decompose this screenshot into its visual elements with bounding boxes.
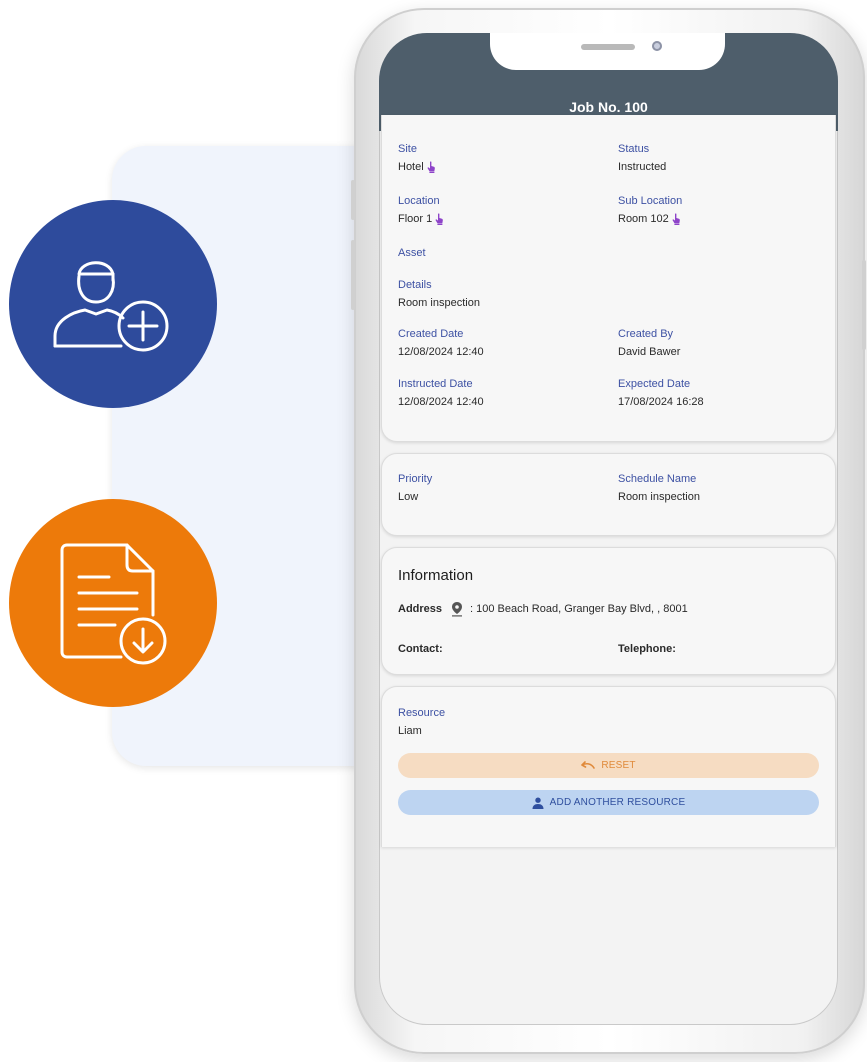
site-label: Site <box>398 143 417 155</box>
expected-date-label: Expected Date <box>618 378 691 390</box>
add-resource-button[interactable]: ADD ANOTHER RESOURCE <box>398 790 819 815</box>
speaker <box>581 44 635 50</box>
document-download-icon <box>60 543 167 665</box>
created-date-value: 12/08/2024 12:40 <box>398 346 484 358</box>
resource-card: Resource Liam RESET ADD ANOTHER RESOURCE <box>381 686 836 847</box>
resource-value: Liam <box>398 725 422 737</box>
expected-date-field: Expected Date 17/08/2024 16:28 <box>618 377 704 409</box>
tap-hand-icon[interactable] <box>427 161 436 173</box>
phone-side-button <box>351 180 355 220</box>
status-field: Status Instructed <box>618 142 666 174</box>
add-user-badge <box>9 200 217 408</box>
instructed-date-field: Instructed Date 12/08/2024 12:40 <box>398 377 484 409</box>
expected-date-value: 17/08/2024 16:28 <box>618 396 704 408</box>
sublocation-value: Room 102 <box>618 213 669 225</box>
document-download-badge <box>9 499 217 707</box>
asset-field: Asset <box>398 246 426 260</box>
status-label: Status <box>618 143 650 155</box>
add-resource-label: ADD ANOTHER RESOURCE <box>549 797 686 808</box>
address-value: : 100 Beach Road, Granger Bay Blvd, , 80… <box>470 603 688 615</box>
phone-side-button <box>862 260 866 350</box>
phone-notch <box>490 33 725 70</box>
information-card: Information Address : 100 Beach Road, Gr… <box>381 547 836 675</box>
priority-label: Priority <box>398 473 433 485</box>
priority-value: Low <box>398 491 419 503</box>
created-date-label: Created Date <box>398 328 464 340</box>
add-user-icon <box>53 261 169 352</box>
job-details-card: Site Hotel Status Instructed Location Fl… <box>381 115 836 442</box>
location-field: Location Floor 1 <box>398 194 444 226</box>
tap-hand-icon[interactable] <box>435 213 444 225</box>
status-value: Instructed <box>618 161 667 173</box>
details-label: Details <box>398 279 432 291</box>
details-field: Details Room inspection <box>398 278 480 310</box>
person-icon <box>532 797 544 809</box>
schedule-label: Schedule Name <box>618 473 697 485</box>
reset-button[interactable]: RESET <box>398 753 819 778</box>
resource-field: Resource Liam <box>398 706 445 738</box>
phone-screen: Job No. 100 Site Hotel Status Instructed… <box>379 33 838 1025</box>
created-date-field: Created Date 12/08/2024 12:40 <box>398 327 484 359</box>
page-title: Job No. 100 <box>569 99 648 115</box>
address-label: Address <box>398 603 443 615</box>
details-value: Room inspection <box>398 297 480 309</box>
reset-label: RESET <box>601 760 636 771</box>
phone-side-button <box>351 240 355 310</box>
contact-label: Contact: <box>398 643 443 655</box>
location-pin-icon[interactable] <box>450 601 464 617</box>
created-by-value: David Bawer <box>618 346 681 358</box>
instructed-date-value: 12/08/2024 12:40 <box>398 396 484 408</box>
sublocation-field: Sub Location Room 102 <box>618 194 682 226</box>
priority-field: Priority Low <box>398 472 432 504</box>
asset-label: Asset <box>398 247 426 259</box>
resource-label: Resource <box>398 707 446 719</box>
schedule-field: Schedule Name Room inspection <box>618 472 700 504</box>
tap-hand-icon[interactable] <box>672 213 681 225</box>
priority-card: Priority Low Schedule Name Room inspecti… <box>381 453 836 536</box>
undo-icon <box>581 761 596 769</box>
address-row: Address : 100 Beach Road, Granger Bay Bl… <box>398 601 688 617</box>
site-value: Hotel <box>398 161 424 173</box>
information-title: Information <box>398 567 474 584</box>
location-value: Floor 1 <box>398 213 433 225</box>
camera <box>652 41 662 51</box>
created-by-label: Created By <box>618 328 674 340</box>
sublocation-label: Sub Location <box>618 195 683 207</box>
location-label: Location <box>398 195 440 207</box>
site-field: Site Hotel <box>398 142 436 174</box>
telephone-label: Telephone: <box>618 643 676 655</box>
created-by-field: Created By David Bawer <box>618 327 680 359</box>
instructed-date-label: Instructed Date <box>398 378 473 390</box>
schedule-value: Room inspection <box>618 491 700 503</box>
